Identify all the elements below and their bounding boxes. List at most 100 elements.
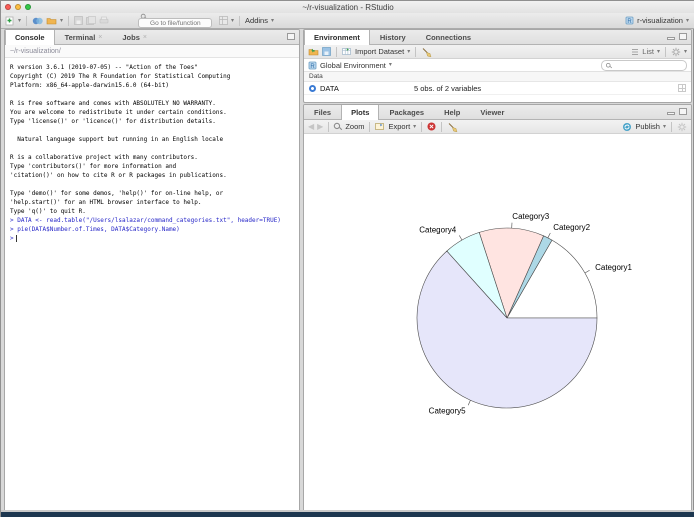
global-environment-dropdown[interactable]: Global Environment [320, 61, 386, 70]
console-tabbar: Console Terminal× Jobs× [5, 30, 299, 45]
next-plot-icon[interactable]: ▶ [317, 123, 323, 131]
object-name: DATA [320, 84, 339, 93]
global-environment-icon: R [308, 61, 317, 70]
console-working-dir[interactable]: ~/r-visualization/ [5, 45, 299, 58]
pie-label-category2: Category2 [553, 223, 590, 232]
environment-search-icon [606, 63, 612, 69]
publish-button[interactable]: Publish [635, 122, 660, 131]
tab-help[interactable]: Help [434, 105, 470, 119]
export-plot-button[interactable]: Export [388, 122, 410, 131]
export-caret-icon[interactable]: ▾ [413, 124, 416, 130]
environment-scope-row: R Global Environment ▾ [304, 59, 691, 72]
environment-gear-icon[interactable] [671, 47, 681, 57]
zoom-plot-button[interactable]: Zoom [345, 122, 364, 131]
compile-report-icon[interactable] [219, 16, 228, 25]
addins-caret-icon[interactable]: ▾ [271, 18, 274, 24]
environment-section-header: Data [304, 72, 691, 82]
project-cube-icon: R [625, 16, 634, 25]
list-view-button[interactable]: List [642, 47, 654, 56]
global-environment-caret-icon[interactable]: ▾ [389, 62, 392, 68]
pie-chart: Category1 Category2 Category3 Category4 Cate… [304, 134, 691, 512]
pie-label-category5: Category5 [429, 407, 466, 416]
save-all-icon[interactable] [86, 16, 96, 25]
project-caret-icon: ▾ [686, 18, 689, 24]
addins-button[interactable]: Addins [245, 16, 268, 25]
desktop-edge [1, 512, 694, 517]
environment-gear-caret-icon[interactable]: ▾ [684, 49, 687, 55]
new-file-icon[interactable] [5, 16, 15, 26]
new-file-caret-icon[interactable]: ▾ [18, 18, 21, 24]
save-icon[interactable] [74, 16, 83, 25]
pie-label-tick [468, 400, 470, 405]
title-bar: ~/r-visualization - RStudio [1, 1, 694, 13]
rstudio-window: ~/r-visualization - RStudio ▾ ▾ [0, 0, 694, 517]
tab-files[interactable]: Files [304, 105, 341, 119]
plot-area: Category1 Category2 Category3 Category4 Cate… [304, 134, 691, 512]
tab-packages[interactable]: Packages [379, 105, 434, 119]
tab-console[interactable]: Console [5, 30, 55, 45]
import-dataset-caret-icon[interactable]: ▾ [407, 49, 410, 55]
tab-jobs[interactable]: Jobs× [112, 30, 157, 44]
plots-gear-icon[interactable] [677, 122, 687, 132]
publish-caret-icon[interactable]: ▾ [663, 124, 666, 130]
close-terminal-icon[interactable]: × [98, 34, 102, 41]
console-command-line: > DATA <- read.table("/Users/lsalazar/co… [10, 216, 299, 225]
tab-terminal[interactable]: Terminal× [55, 30, 113, 44]
view-table-icon[interactable] [678, 84, 686, 92]
import-dataset-button[interactable]: Import Dataset [355, 47, 404, 56]
console-output: R version 3.6.1 (2019-07-05) -- "Action … [5, 58, 299, 216]
dataframe-expand-icon[interactable] [309, 85, 316, 92]
close-jobs-icon[interactable]: × [143, 34, 147, 41]
save-workspace-icon[interactable] [322, 47, 331, 56]
plots-toolbar: ◀ ▶ Zoom Export ▾ [304, 120, 691, 134]
environment-minimize-icon[interactable] [667, 37, 675, 40]
new-project-icon[interactable] [32, 16, 43, 26]
pie-label-tick [459, 235, 462, 240]
console-panel: Console Terminal× Jobs× ~/r-visualizatio… [4, 29, 300, 512]
tab-environment[interactable]: Environment [304, 30, 370, 45]
tab-connections[interactable]: Connections [416, 30, 481, 44]
pie-label-category1: Category1 [595, 263, 632, 272]
console-maximize-icon[interactable] [287, 33, 295, 40]
open-caret-icon[interactable]: ▾ [60, 18, 63, 24]
tab-history[interactable]: History [370, 30, 416, 44]
plots-maximize-icon[interactable] [679, 108, 687, 115]
remove-plot-icon[interactable] [427, 122, 436, 131]
project-menu-button[interactable]: R r-visualization ▾ [625, 16, 691, 25]
pie-label-category3: Category3 [512, 212, 549, 221]
export-plot-icon [375, 122, 385, 131]
environment-maximize-icon[interactable] [679, 33, 687, 40]
object-summary: 5 obs. of 2 variables [414, 84, 481, 93]
clear-plots-broom-icon[interactable] [447, 122, 458, 132]
plots-tabbar: Files Plots Packages Help Viewer [304, 105, 691, 120]
import-dataset-icon [342, 47, 352, 56]
pie-label-category4: Category4 [419, 226, 456, 235]
pie-label-tick [585, 270, 590, 273]
open-folder-icon[interactable] [46, 16, 57, 25]
plots-minimize-icon[interactable] [667, 112, 675, 115]
load-workspace-icon[interactable] [308, 47, 319, 56]
goto-file-input[interactable] [138, 18, 212, 28]
plots-panel: Files Plots Packages Help Viewer ◀ ▶ [303, 104, 692, 512]
svg-text:R: R [627, 19, 632, 25]
main-toolbar: ▾ ▾ ▾ Addins [1, 13, 694, 29]
environment-object-row[interactable]: DATA 5 obs. of 2 variables [304, 82, 691, 95]
print-icon[interactable] [99, 16, 109, 25]
window-title: ~/r-visualization - RStudio [1, 3, 694, 12]
publish-icon [622, 122, 632, 132]
environment-panel: Environment History Connections [303, 29, 692, 103]
previous-plot-icon[interactable]: ◀ [308, 123, 314, 131]
console-command-line: > pie(DATA$Number.of.Times, DATA$Categor… [10, 225, 299, 234]
list-view-icon [631, 48, 639, 56]
environment-tabbar: Environment History Connections [304, 30, 691, 45]
tab-plots[interactable]: Plots [341, 105, 379, 120]
console-prompt[interactable]: > [5, 234, 299, 243]
pie-label-tick [548, 233, 550, 238]
list-view-caret-icon[interactable]: ▾ [657, 49, 660, 55]
clear-workspace-broom-icon[interactable] [421, 47, 432, 57]
compile-caret-icon[interactable]: ▾ [231, 18, 234, 24]
tab-viewer[interactable]: Viewer [470, 105, 514, 119]
project-name: r-visualization [637, 16, 683, 25]
environment-toolbar: Import Dataset ▾ List ▾ ▾ [304, 45, 691, 59]
environment-search-input[interactable] [601, 60, 687, 71]
